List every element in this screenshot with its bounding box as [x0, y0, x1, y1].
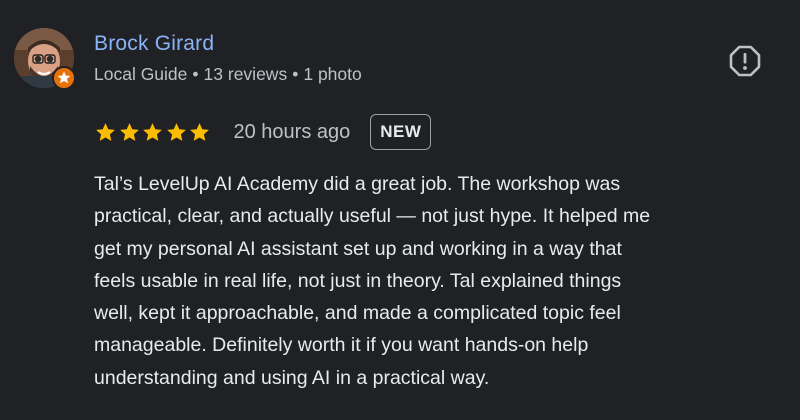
- review-text-line: feels usable in real life, not just in t…: [94, 269, 622, 292]
- review-text: Tal’s LevelUp AI Academy did a great job…: [94, 168, 784, 394]
- review-text-line: practical, clear, and actually useful — …: [94, 205, 651, 228]
- reviewer-name[interactable]: Brock Girard: [94, 32, 214, 56]
- meta-separator: •: [192, 64, 199, 84]
- review-text-line: Tal’s LevelUp AI Academy did a great job…: [94, 173, 621, 195]
- new-badge: NEW: [370, 114, 432, 150]
- review-text-line: get my personal AI assistant set up and …: [94, 237, 622, 260]
- star-icon: [188, 121, 211, 144]
- review-text-line: well, kept it approachable, and made a c…: [94, 302, 621, 325]
- star-rating: [94, 121, 212, 144]
- photo-count: 1 photo: [303, 64, 362, 84]
- star-icon: [94, 121, 117, 144]
- reviewer-meta: Local Guide • 13 reviews • 1 photo: [94, 64, 362, 85]
- review-text-line: understanding and using AI in a practica…: [94, 366, 490, 389]
- review-timestamp: 20 hours ago: [233, 120, 351, 143]
- local-guide-label: Local Guide: [94, 64, 188, 84]
- rating-row: 20 hours ago NEW: [94, 113, 432, 151]
- star-icon: [165, 121, 188, 144]
- review-text-line: manageable. Definitely worth it if you w…: [94, 334, 589, 357]
- star-icon: [118, 121, 141, 144]
- meta-separator: •: [292, 64, 299, 84]
- review-count: 13 reviews: [203, 64, 288, 84]
- report-flag-icon[interactable]: [728, 44, 762, 78]
- star-icon: [141, 121, 164, 144]
- local-guide-star-icon: [52, 66, 76, 90]
